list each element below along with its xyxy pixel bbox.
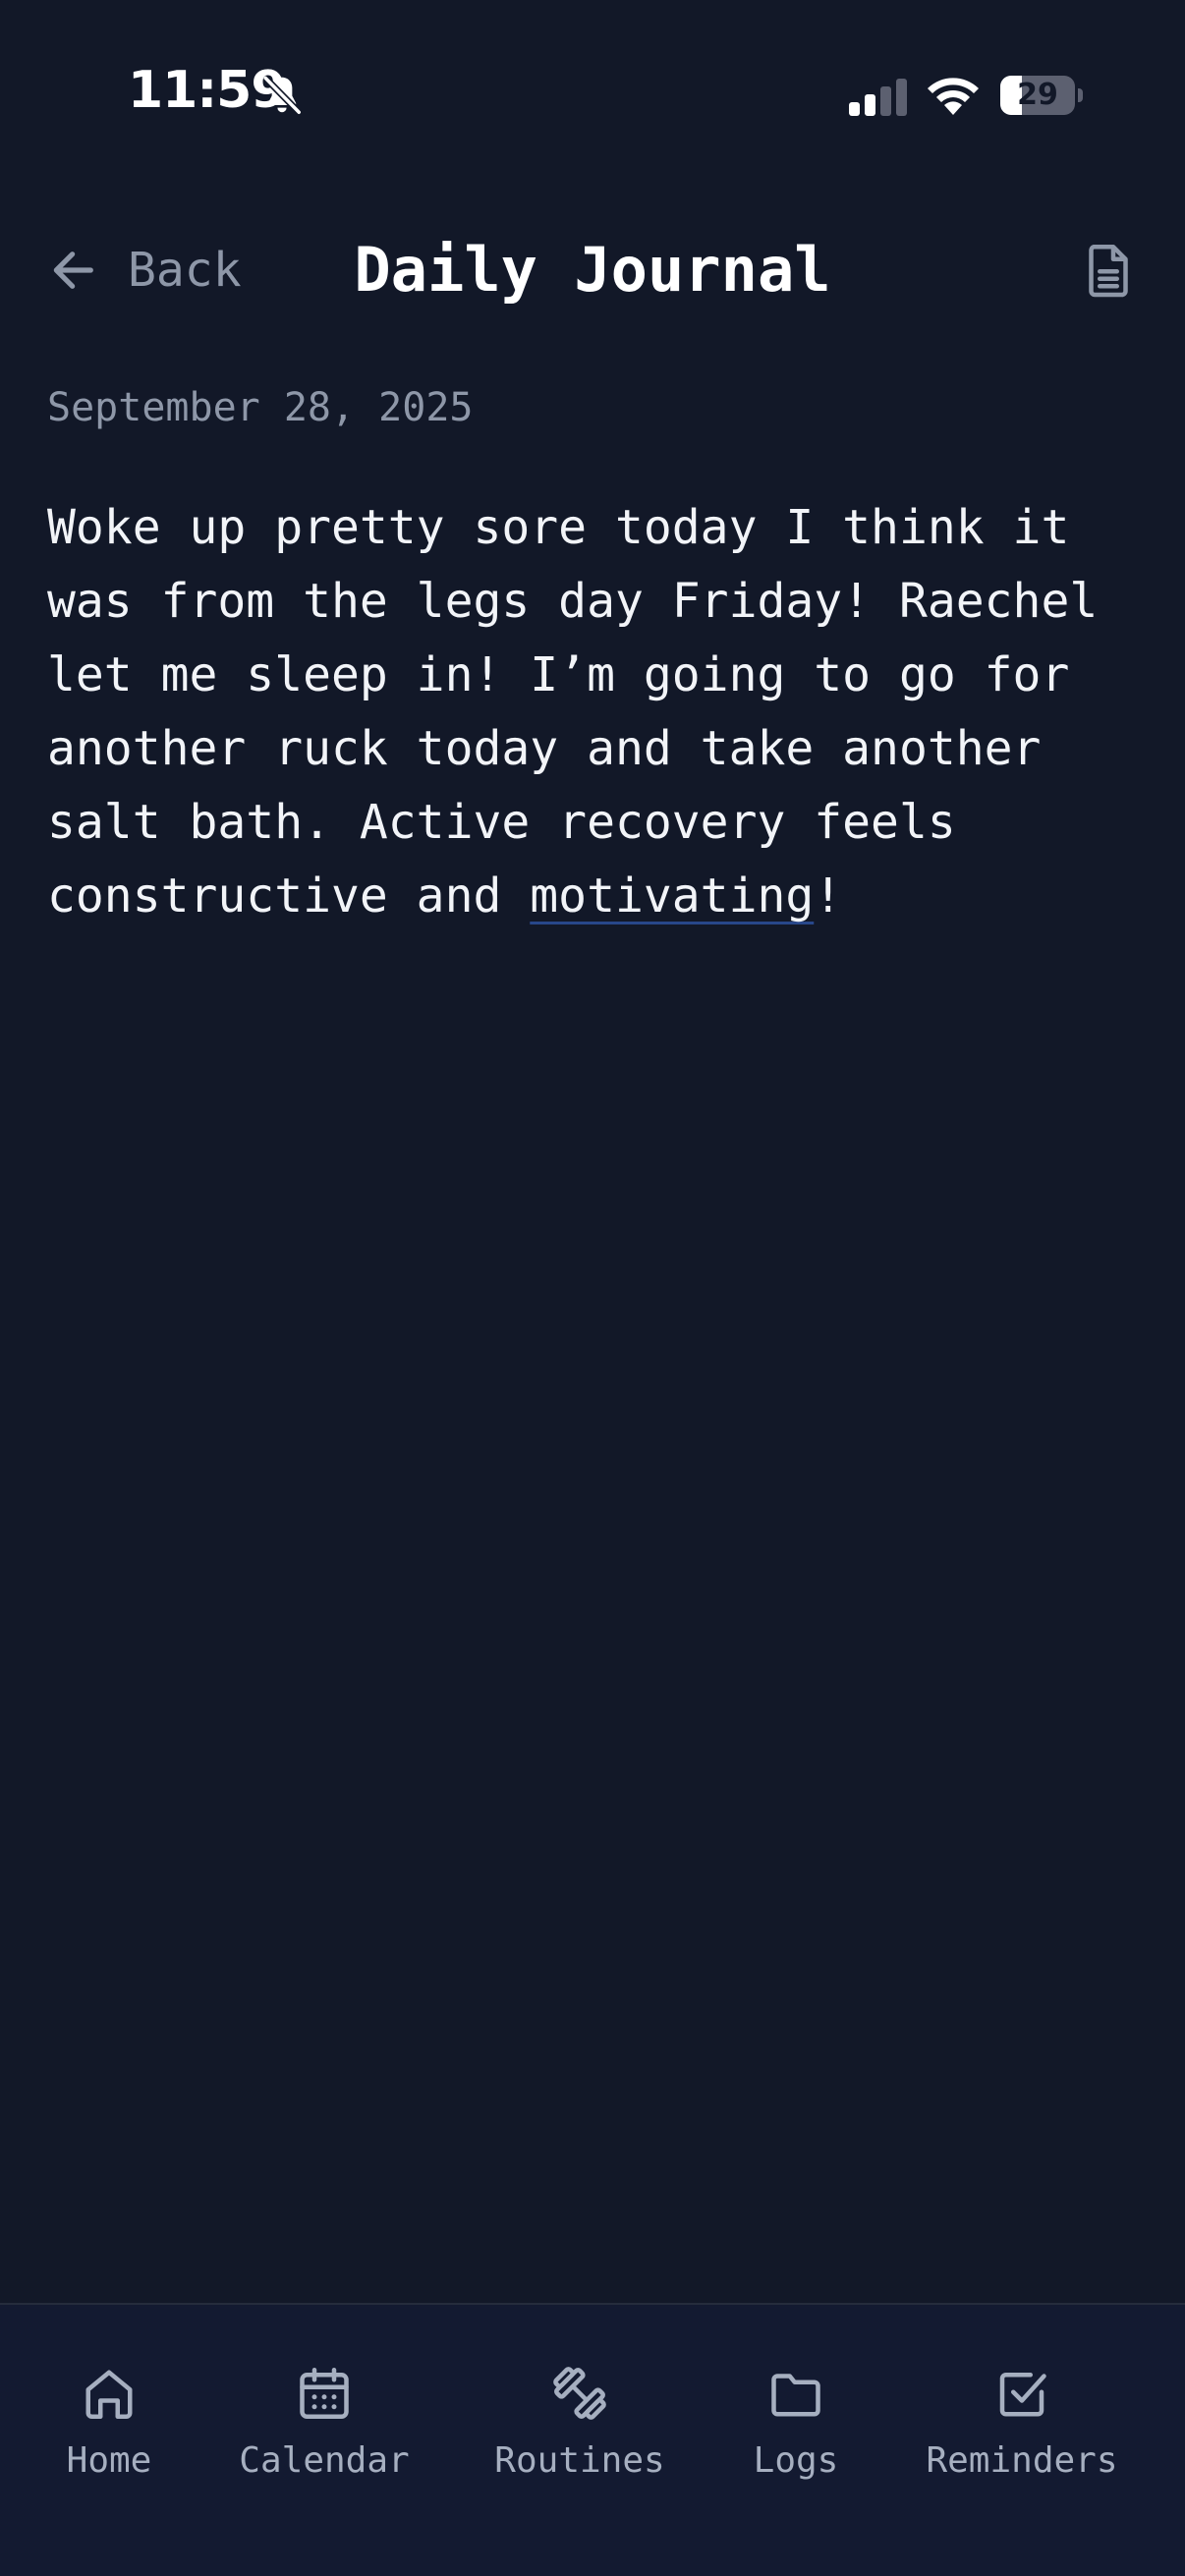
tab-bar: Home Calendar Routines Logs Reminders xyxy=(0,2303,1185,2576)
status-bar: 11:59 29 xyxy=(0,0,1185,196)
tab-label: Reminders xyxy=(926,2440,1118,2481)
battery-indicator: 29 xyxy=(1000,76,1083,115)
wifi-icon xyxy=(928,78,979,115)
tab-label: Home xyxy=(66,2440,152,2481)
home-icon xyxy=(85,2370,133,2419)
cellular-signal-icon xyxy=(849,79,907,116)
journal-entry-text[interactable]: Woke up pretty sore today I think it was… xyxy=(47,491,1148,933)
tab-label: Routines xyxy=(494,2440,665,2481)
tab-home[interactable]: Home xyxy=(65,2364,153,2501)
back-button[interactable]: Back xyxy=(47,234,242,307)
tab-label: Logs xyxy=(753,2440,839,2481)
dumbbell-icon xyxy=(553,2367,606,2420)
tab-reminders[interactable]: Reminders xyxy=(922,2364,1122,2501)
tab-logs[interactable]: Logs xyxy=(747,2364,845,2501)
entry-text-end: ! xyxy=(814,868,843,924)
folder-icon xyxy=(771,2374,820,2417)
arrow-left-icon xyxy=(53,252,93,289)
entry-text-underlined-word: motivating xyxy=(530,868,815,924)
entry-date: September 28, 2025 xyxy=(47,385,474,430)
battery-tip xyxy=(1078,88,1083,102)
document-icon xyxy=(1089,245,1128,298)
battery-level: 29 xyxy=(1017,78,1058,112)
tab-calendar[interactable]: Calendar xyxy=(236,2364,413,2501)
header: Daily Journal Back xyxy=(0,216,1185,324)
tab-routines[interactable]: Routines xyxy=(491,2364,668,2501)
back-label: Back xyxy=(128,243,242,298)
tab-label: Calendar xyxy=(239,2440,410,2481)
bell-slash-icon xyxy=(262,75,302,115)
battery-body: 29 xyxy=(1000,76,1075,115)
entry-text-main: Woke up pretty sore today I think it was… xyxy=(47,500,1127,924)
calendar-icon xyxy=(300,2368,349,2419)
journal-document-button[interactable] xyxy=(1079,240,1138,301)
checkbox-icon xyxy=(999,2373,1046,2417)
